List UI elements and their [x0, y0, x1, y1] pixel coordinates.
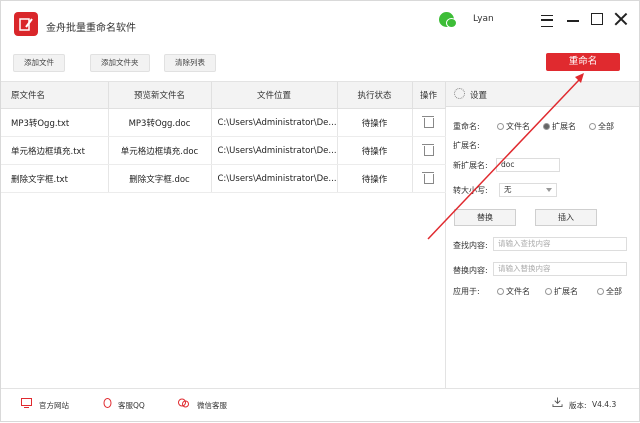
apply-all-radio[interactable] — [597, 288, 604, 295]
username[interactable]: Lyan — [473, 14, 494, 24]
replace-content-label: 替换内容: — [453, 266, 488, 275]
original-name: MP3转Ogg.txt — [1, 108, 109, 137]
file-table-area: 原文件名 预览新文件名 文件位置 执行状态 操作 MP3转Ogg.txt MP3… — [1, 82, 446, 388]
minimize-icon[interactable] — [567, 20, 579, 22]
download-icon[interactable] — [552, 397, 563, 407]
version-label: 版本: — [569, 401, 587, 410]
table-header: 原文件名 预览新文件名 文件位置 执行状态 操作 — [1, 82, 446, 109]
preview-name: 删除文字框.doc — [108, 164, 212, 193]
column-preview-name: 预览新文件名 — [108, 82, 212, 109]
delete-cell — [412, 136, 446, 165]
gear-icon — [454, 88, 465, 99]
official-website-link[interactable]: 官方网站 — [39, 400, 69, 411]
apply-extension-radio[interactable] — [545, 288, 552, 295]
replace-button[interactable]: 替换 — [454, 209, 516, 226]
status-bar: 官方网站 客服QQ 微信客服 版本: V4.4.3 — [1, 388, 639, 422]
toolbar: 添加文件 添加文件夹 清除列表 重命名 — [1, 43, 639, 82]
file-location: C:\Users\Administrator\De... — [211, 108, 338, 137]
settings-header: 设置 — [446, 82, 639, 107]
table-row[interactable]: 单元格边框填充.txt 单元格边框填充.doc C:\Users\Adminis… — [1, 136, 446, 165]
new-extension-input[interactable]: doc — [496, 158, 560, 172]
column-original-name: 原文件名 — [1, 82, 109, 109]
rename-all-radio[interactable] — [589, 123, 596, 130]
table-row[interactable]: 删除文字框.txt 删除文字框.doc C:\Users\Administrat… — [1, 164, 446, 193]
trash-icon[interactable] — [421, 144, 434, 156]
menu-icon[interactable] — [541, 15, 553, 27]
apply-filename-label[interactable]: 文件名 — [506, 286, 530, 297]
add-file-button[interactable]: 添加文件 — [13, 54, 65, 72]
rename-extension-radio[interactable] — [543, 123, 550, 130]
case-select[interactable]: 无 — [499, 183, 557, 197]
apply-label: 应用于: — [453, 287, 480, 296]
status-text: 待操作 — [337, 136, 413, 165]
close-icon[interactable] — [614, 12, 628, 26]
replace-input[interactable]: 请输入替换内容 — [493, 262, 627, 276]
maximize-icon[interactable] — [591, 13, 603, 25]
column-location: 文件位置 — [211, 82, 338, 109]
rename-filename-radio[interactable] — [497, 123, 504, 130]
file-location: C:\Users\Administrator\De... — [211, 164, 338, 193]
trash-icon[interactable] — [421, 116, 434, 128]
case-label: 转大小写: — [453, 186, 488, 195]
clear-list-button[interactable]: 清除列表 — [164, 54, 216, 72]
rename-all-label[interactable]: 全部 — [598, 121, 614, 132]
status-text: 待操作 — [337, 108, 413, 137]
find-label: 查找内容: — [453, 241, 488, 250]
wechat-icon[interactable] — [439, 12, 457, 28]
qq-icon[interactable] — [102, 398, 113, 408]
file-location: C:\Users\Administrator\De... — [211, 136, 338, 165]
rename-filename-label[interactable]: 文件名 — [506, 121, 530, 132]
insert-button[interactable]: 插入 — [535, 209, 597, 226]
column-status: 执行状态 — [337, 82, 413, 109]
original-name: 删除文字框.txt — [1, 164, 109, 193]
app-title: 金舟批量重命名软件 — [46, 23, 136, 34]
settings-title: 设置 — [470, 91, 488, 101]
column-action: 操作 — [412, 82, 446, 109]
case-select-value: 无 — [504, 185, 512, 194]
table-row[interactable]: MP3转Ogg.txt MP3转Ogg.doc C:\Users\Adminis… — [1, 108, 446, 137]
delete-cell — [412, 108, 446, 137]
rename-button[interactable]: 重命名 — [546, 53, 620, 71]
extension-label: 扩展名: — [453, 141, 480, 150]
status-text: 待操作 — [337, 164, 413, 193]
app-logo-icon — [14, 12, 38, 36]
wechat-support-icon[interactable] — [178, 398, 189, 408]
wechat-support-link[interactable]: 微信客服 — [197, 400, 227, 411]
new-extension-label: 新扩展名: — [453, 161, 488, 170]
settings-panel: 设置 重命名: 文件名 扩展名 全部 扩展名: 新扩展名: doc 转大小写: … — [446, 82, 639, 388]
website-icon[interactable] — [21, 398, 32, 408]
rename-extension-label[interactable]: 扩展名 — [552, 121, 576, 132]
rename-mode-label: 重命名: — [453, 122, 480, 131]
preview-name: MP3转Ogg.doc — [108, 108, 212, 137]
app-window: 金舟批量重命名软件 Lyan 添加文件 添加文件夹 清除列表 重命名 原文件名 … — [0, 0, 640, 422]
apply-all-label[interactable]: 全部 — [606, 286, 622, 297]
apply-filename-radio[interactable] — [497, 288, 504, 295]
find-input[interactable]: 请输入查找内容 — [493, 237, 627, 251]
support-qq-link[interactable]: 客服QQ — [118, 400, 145, 411]
trash-icon[interactable] — [421, 172, 434, 184]
version-number: V4.4.3 — [592, 400, 617, 409]
apply-extension-label[interactable]: 扩展名 — [554, 286, 578, 297]
preview-name: 单元格边框填充.doc — [108, 136, 212, 165]
original-name: 单元格边框填充.txt — [1, 136, 109, 165]
delete-cell — [412, 164, 446, 193]
title-bar: 金舟批量重命名软件 Lyan — [1, 1, 639, 43]
add-folder-button[interactable]: 添加文件夹 — [90, 54, 150, 72]
file-table: 原文件名 预览新文件名 文件位置 执行状态 操作 MP3转Ogg.txt MP3… — [1, 82, 446, 193]
chevron-down-icon — [546, 188, 552, 192]
